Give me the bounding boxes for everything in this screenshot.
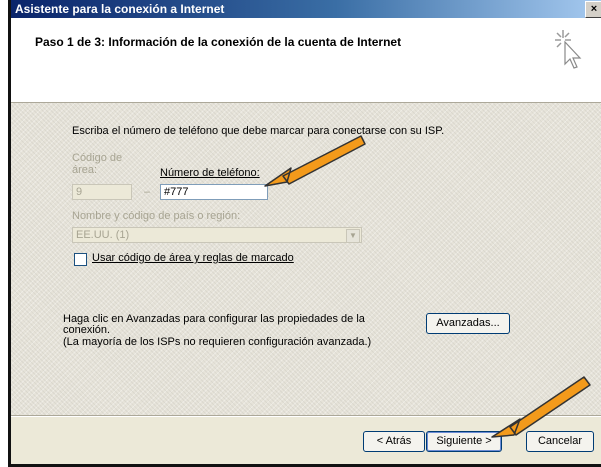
annotation-arrow-phone-icon [264,135,366,187]
window-title: Asistente para la conexión a Internet [15,2,225,16]
title-bar: Asistente para la conexión a Internet × [11,0,601,18]
area-code-dash: – [144,186,151,198]
wizard-window: Asistente para la conexión a Internet × … [8,0,601,467]
country-label: Nombre y código de país o región: [72,210,241,222]
step-title: Paso 1 de 3: Información de la conexión … [35,35,402,49]
country-value: EE.UU. (1) [76,229,130,241]
back-button[interactable]: < Atrás [363,431,425,452]
use-area-rules-label: Usar código de área y reglas de marcado [92,252,294,264]
wizard-header: Paso 1 de 3: Información de la conexión … [11,18,601,103]
chevron-down-icon[interactable]: ▼ [346,229,360,243]
wizard-cursor-icon [555,30,582,69]
phone-number-field[interactable]: #777 [160,184,268,200]
area-code-field[interactable]: 9 [72,184,132,200]
instruction-text: Escriba el número de teléfono que debe m… [72,125,445,137]
use-area-rules-checkbox[interactable] [74,253,87,266]
annotation-arrow-next-icon [491,376,591,438]
country-select[interactable]: EE.UU. (1) ▼ [72,227,362,243]
advanced-help-line3: (La mayoría de los ISPs no requieren con… [63,336,372,348]
area-code-label-line1: Código de [72,152,123,164]
advanced-help-line2: conexión. [63,324,111,336]
advanced-button[interactable]: Avanzadas... [426,313,510,334]
close-button[interactable]: × [585,1,601,18]
phone-number-label: Número de teléfono: [160,167,260,179]
area-code-label-line2: área: [72,164,98,176]
